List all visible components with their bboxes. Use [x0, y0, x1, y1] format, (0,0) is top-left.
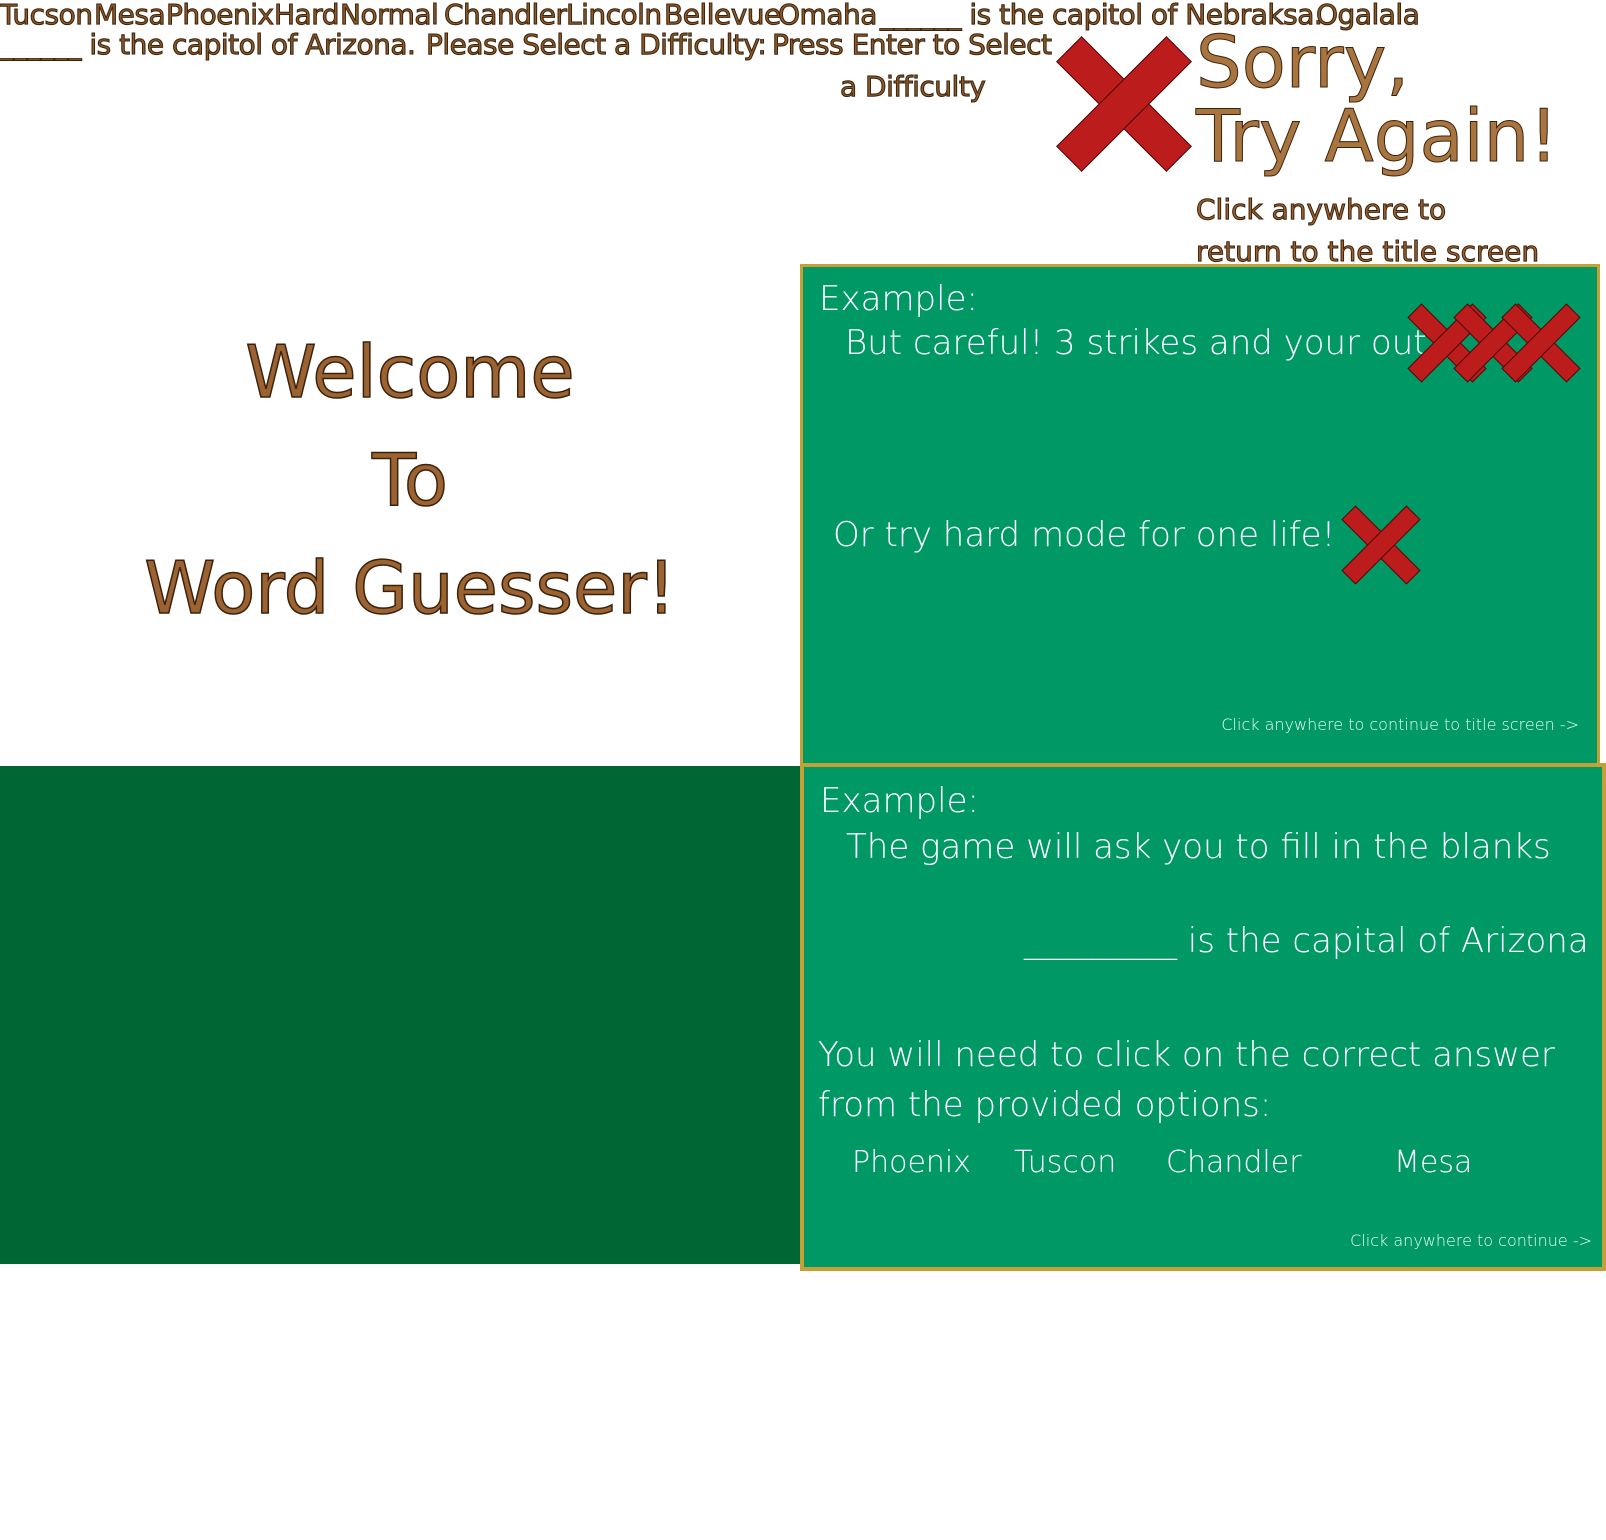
sprite-word-hard: Hard	[273, 0, 340, 31]
dark-green-panel	[0, 766, 802, 1264]
strikes-info-panel[interactable]: Example: But careful! 3 strikes and your…	[800, 264, 1600, 766]
sprite-word-lincoln: Lincoln	[566, 0, 663, 31]
game-over-title-line2: Try Again!	[1195, 94, 1559, 178]
example-question: _________ is the capital of Arizona	[1024, 921, 1589, 961]
sprite-word-bellevue: Bellevue	[664, 0, 782, 31]
example-instruction-line1: You will need to click on the correct an…	[818, 1035, 1555, 1075]
example-instruction-line2: from the provided options:	[818, 1085, 1272, 1125]
answer-option-chandler[interactable]: Chandler	[1166, 1145, 1302, 1180]
example-panel[interactable]: Example: The game will ask you to fill i…	[800, 763, 1606, 1271]
sprite-press-enter-line2: a Difficulty	[839, 70, 986, 104]
sprite-select-difficulty: Please Select a Difficulty:	[425, 28, 767, 62]
strikes-panel-line1: But careful! 3 strikes and your out!	[845, 323, 1441, 363]
answer-option-tuscon[interactable]: Tuscon	[1014, 1145, 1116, 1180]
strike-x-icon-hard	[1341, 505, 1421, 585]
example-panel-continue-link[interactable]: Click anywhere to continue ->	[1350, 1231, 1592, 1250]
game-over-hint-line1: Click anywhere to	[1195, 193, 1447, 227]
sprite-word-chandler: Chandler	[444, 0, 568, 31]
example-panel-heading: Example:	[820, 781, 979, 821]
strikes-panel-line2: Or try hard mode for one life!	[833, 515, 1336, 555]
sprite-word-mesa: Mesa	[93, 0, 166, 31]
strikes-panel-heading: Example:	[819, 279, 978, 319]
welcome-line2: To	[371, 437, 448, 523]
strike-x-icon-large	[1054, 34, 1194, 174]
game-over-title-line1: Sorry,	[1195, 20, 1410, 104]
sprite-word-tucson: Tucson	[0, 0, 93, 31]
sprite-word-phoenix: Phoenix	[166, 0, 275, 31]
answer-option-phoenix[interactable]: Phoenix	[852, 1145, 971, 1180]
sprite-word-normal: Normal	[339, 0, 439, 31]
sprite-word-omaha: Omaha	[778, 0, 878, 31]
answer-option-mesa[interactable]: Mesa	[1394, 1145, 1472, 1180]
welcome-line1: Welcome	[245, 329, 576, 415]
welcome-line3: Word Guesser!	[144, 545, 677, 631]
welcome-title: Welcome To Word Guesser!	[90, 318, 730, 642]
sprite-press-enter: Press Enter to Select	[772, 28, 1053, 62]
strikes-panel-continue-link[interactable]: Click anywhere to continue to title scre…	[1221, 715, 1579, 734]
example-panel-line1: The game will ask you to fill in the bla…	[846, 827, 1551, 867]
strike-x-icon-3	[1501, 303, 1581, 383]
sprite-question-arizona: ______ is the capitol of Arizona.	[0, 28, 416, 62]
